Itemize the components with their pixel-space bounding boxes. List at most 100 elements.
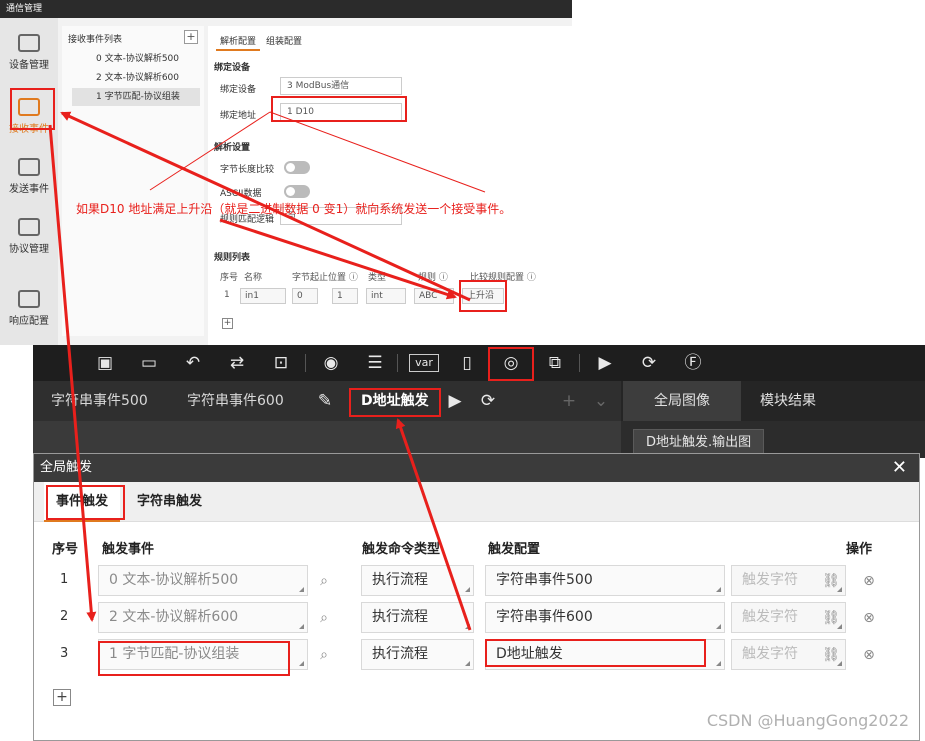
search-icon[interactable]: ⌕ [315, 609, 333, 627]
run-icon[interactable]: ▶ [593, 351, 617, 375]
highlight-compare-rule [459, 280, 507, 312]
play-circle-icon[interactable]: ▶ [443, 389, 467, 413]
tab-string-event-500[interactable]: 字符串事件500 [51, 381, 148, 421]
rule-header: 名称 [244, 273, 263, 283]
byte-length-toggle[interactable] [284, 161, 310, 174]
event-list-item[interactable]: 0 文本-协议解析500 [72, 50, 200, 68]
add-event-button[interactable]: + [184, 30, 198, 44]
trigger-config-select[interactable]: 字符串事件500 [485, 565, 725, 596]
rail-item-response-config[interactable]: 响应配置 [0, 280, 58, 340]
delete-icon[interactable]: ⊗ [860, 572, 878, 590]
loop-circle-icon[interactable]: ⟳ [476, 389, 500, 413]
undo-icon[interactable]: ↶ [181, 351, 205, 375]
delete-icon[interactable]: ⊗ [860, 609, 878, 627]
delete-icon[interactable]: ⊗ [860, 646, 878, 664]
window-title: 通信管理 [0, 0, 572, 18]
wrench-icon[interactable]: ✎ [313, 389, 337, 413]
output-image-label[interactable]: D地址触发.输出图 [633, 429, 765, 455]
highlight-global-trigger [488, 347, 534, 381]
tab-parse-config[interactable]: 解析配置 [216, 32, 261, 51]
add-row-button[interactable]: + [53, 689, 71, 706]
link-icon[interactable]: ⛓ [822, 646, 840, 664]
device-icon [18, 34, 40, 52]
add-tab-icon[interactable]: + [557, 389, 581, 413]
config-area: 解析配置 组装配置 绑定设备 绑定设备 3 ModBus通信 绑定地址 1 D1… [208, 26, 572, 345]
add-rule-button[interactable]: + [222, 318, 233, 329]
cmd-type-select[interactable]: 执行流程 [361, 602, 474, 633]
link-icon[interactable]: ⛓ [822, 572, 840, 590]
watermark: CSDN @HuangGong2022 [706, 711, 909, 730]
device-select[interactable]: 3 ModBus通信 [280, 77, 402, 95]
device-label: 绑定设备 [220, 85, 257, 95]
highlight-receive-event [10, 88, 55, 130]
rail-label: 设备管理 [9, 60, 49, 71]
rule-header: 规则 ⓘ [418, 273, 448, 283]
trigger-config-select[interactable]: 字符串事件600 [485, 602, 725, 633]
rule-rule-select[interactable]: ABC [414, 288, 454, 304]
rail-label: 响应配置 [9, 316, 49, 327]
dialog-title: 全局触发 [34, 454, 919, 482]
script-icon[interactable]: ⧉ [543, 351, 567, 375]
redo-icon[interactable]: ⇄ [225, 351, 249, 375]
toolbar-divider [397, 354, 398, 372]
rule-header: 序号 [220, 273, 239, 283]
byte-length-label: 字节长度比较 [220, 165, 275, 175]
trigger-event-select[interactable]: 2 文本-协议解析600 [98, 602, 308, 633]
header-no: 序号 [52, 542, 79, 557]
rail-item-send-event[interactable]: 发送事件 [0, 148, 58, 208]
cmd-type-select[interactable]: 执行流程 [361, 639, 474, 670]
device-icon[interactable]: ▯ [455, 351, 479, 375]
toolbar-divider [305, 354, 306, 372]
row-number: 1 [60, 572, 69, 587]
highlight-row3-config [485, 639, 706, 667]
ascii-toggle[interactable] [284, 185, 310, 198]
highlight-row3-event [98, 641, 290, 676]
event-list-item[interactable]: 2 文本-协议解析600 [72, 69, 200, 87]
variable-icon[interactable]: var [409, 354, 439, 372]
chevron-down-icon[interactable]: ⌄ [589, 389, 613, 413]
event-list-item[interactable]: 1 字节匹配-协议组装 [72, 88, 200, 106]
link-icon[interactable]: ⛓ [822, 609, 840, 627]
tab-module-result[interactable]: 模块结果 [743, 381, 833, 421]
loop-run-icon[interactable]: ⟳ [637, 351, 661, 375]
close-icon[interactable]: ✕ [892, 456, 907, 480]
header-event: 触发事件 [102, 542, 155, 557]
trigger-event-select[interactable]: 0 文本-协议解析500 [98, 565, 308, 596]
lock-icon[interactable]: ⊡ [269, 351, 293, 375]
tab-assemble-config[interactable]: 组装配置 [262, 32, 306, 49]
highlight-address [271, 96, 407, 122]
rail-label: 发送事件 [9, 184, 49, 195]
response-config-icon [18, 290, 40, 308]
search-icon[interactable]: ⌕ [315, 572, 333, 590]
rail-item-device[interactable]: 设备管理 [0, 24, 58, 84]
toolbar-divider [579, 354, 580, 372]
event-list-title: 接收事件列表 [68, 35, 123, 45]
function-icon[interactable]: Ⓕ [681, 351, 705, 375]
open-folder-icon[interactable]: ▭ [137, 351, 161, 375]
ascii-label: ASCII数据 [220, 189, 262, 199]
controls-icon[interactable]: ☰ [363, 351, 387, 375]
tab-global-image[interactable]: 全局图像 [623, 381, 741, 421]
send-event-icon [18, 158, 40, 176]
rule-row-no: 1 [224, 290, 230, 300]
bind-device-section: 绑定设备 [214, 63, 251, 73]
rail-item-protocol[interactable]: 协议管理 [0, 208, 58, 268]
rule-end-stepper[interactable]: 1 [332, 288, 358, 304]
rule-header: 字节起止位置 ⓘ [292, 273, 358, 283]
rule-list-section: 规则列表 [214, 253, 251, 263]
annotation-text: 如果D10 地址满足上升沿（就是二进制数据 0 变1）就向系统发送一个接受事件。 [76, 202, 512, 216]
cmd-type-select[interactable]: 执行流程 [361, 565, 474, 596]
highlight-event-trigger-tab [46, 485, 125, 520]
global-trigger-dialog: 全局触发 ✕ 事件触发 字符串触发 序号 触发事件 触发命令类型 触发配置 操作… [33, 453, 920, 741]
camera-icon[interactable]: ◉ [319, 351, 343, 375]
tab-string-trigger[interactable]: 字符串触发 [137, 482, 202, 522]
rule-name-field[interactable]: in1 [240, 288, 286, 304]
main-app: ▣ ▭ ↶ ⇄ ⊡ ◉ ☰ var ▯ ◎ ⧉ ▶ ⟳ Ⓕ 字符串事件500 字… [33, 345, 925, 458]
header-cmd-type: 触发命令类型 [362, 542, 441, 557]
tab-string-event-600[interactable]: 字符串事件600 [187, 381, 284, 421]
rule-type-select[interactable]: int [366, 288, 406, 304]
dialog-tabs: 事件触发 字符串触发 [34, 482, 919, 522]
save-icon[interactable]: ▣ [93, 351, 117, 375]
search-icon[interactable]: ⌕ [315, 646, 333, 664]
rule-start-stepper[interactable]: 0 [292, 288, 318, 304]
